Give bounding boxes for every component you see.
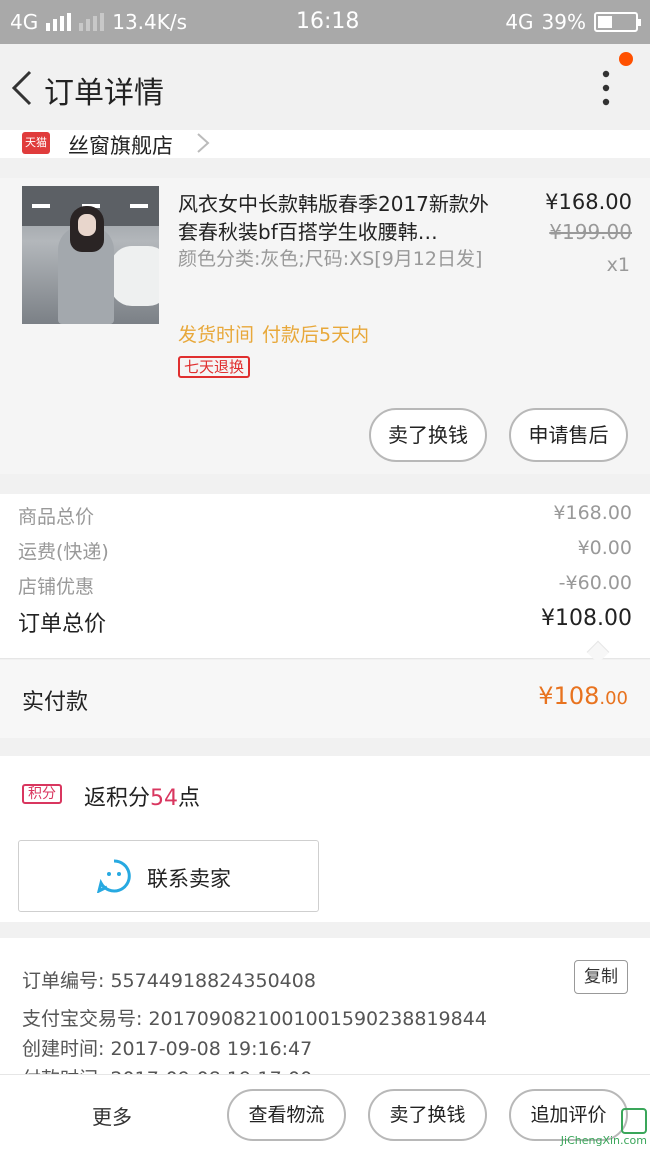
order-info: 订单编号: 55744918824350408 复制 支付宝交易号: 20170… bbox=[0, 938, 650, 1074]
amount-decimal: .00 bbox=[599, 688, 628, 709]
summary-row: 运费(快递) ¥0.00 bbox=[18, 537, 632, 564]
summary-value: -¥60.00 bbox=[558, 572, 632, 594]
points-value: 54 bbox=[150, 786, 179, 811]
view-logistics-button[interactable]: 查看物流 bbox=[227, 1089, 346, 1141]
product-price: ¥168.00 bbox=[545, 190, 632, 214]
summary-label: 店铺优惠 bbox=[18, 576, 95, 598]
battery-icon bbox=[594, 12, 641, 32]
points-section: 积分 返积分54点 联系卖家 bbox=[0, 756, 650, 922]
tmall-logo: 天猫 bbox=[22, 132, 50, 154]
paid-time: 付款时间: 2017-09-08 19:17:00 bbox=[22, 1064, 312, 1074]
order-number: 订单编号: 55744918824350408 bbox=[22, 970, 316, 992]
battery-percent: 39% bbox=[541, 10, 586, 34]
network-speed: 13.4K/s bbox=[112, 10, 188, 34]
watermark: JiChengXin.com bbox=[535, 1108, 647, 1152]
copy-button[interactable]: 复制 bbox=[574, 960, 628, 994]
created-time: 创建时间: 2017-09-08 19:16:47 bbox=[22, 1038, 313, 1060]
more-vertical-icon[interactable] bbox=[596, 68, 616, 108]
clock: 16:18 bbox=[296, 9, 360, 34]
contact-seller-button[interactable]: 联系卖家 bbox=[18, 840, 319, 912]
contact-seller-label: 联系卖家 bbox=[147, 867, 231, 891]
actual-paid-label: 实付款 bbox=[22, 690, 89, 715]
amount-main: ¥108 bbox=[538, 682, 600, 710]
alipay-number: 支付宝交易号: 2017090821001001590238819844 bbox=[22, 1008, 487, 1030]
shipping-label: 发货时间 bbox=[178, 324, 255, 346]
product-item[interactable]: 风衣女中长款韩版春季2017新款外套春秋装bf百搭学生收腰韩… 颜色分类:灰色;… bbox=[0, 178, 650, 474]
points-badge: 积分 bbox=[22, 784, 62, 804]
watermark-logo-icon bbox=[621, 1108, 647, 1134]
store-name[interactable]: 丝窗旗舰店 bbox=[68, 130, 173, 160]
actual-paid: 实付款 ¥108.00 bbox=[0, 660, 650, 738]
product-original-price: ¥199.00 bbox=[549, 220, 632, 244]
nav-bar: 订单详情 bbox=[0, 44, 650, 130]
points-prefix: 返积分 bbox=[84, 786, 151, 811]
summary-value: ¥0.00 bbox=[577, 537, 632, 559]
resell-button[interactable]: 卖了换钱 bbox=[369, 408, 487, 462]
actual-paid-amount: ¥108.00 bbox=[538, 682, 628, 710]
watermark-text: JiChengXin.com bbox=[560, 1134, 647, 1147]
product-quantity: x1 bbox=[606, 254, 630, 276]
summary-value: ¥168.00 bbox=[553, 502, 632, 524]
shipping-value: 付款后5天内 bbox=[262, 324, 370, 346]
product-spec: 颜色分类:灰色;尺码:XS[9月12日发] bbox=[178, 248, 483, 270]
resell-bottom-button[interactable]: 卖了换钱 bbox=[368, 1089, 487, 1141]
order-total-label: 订单总价 bbox=[18, 612, 107, 637]
order-total-value: ¥108.00 bbox=[541, 606, 632, 631]
order-total-row: 订单总价 ¥108.00 bbox=[18, 606, 632, 638]
product-title[interactable]: 风衣女中长款韩版春季2017新款外套春秋装bf百搭学生收腰韩… bbox=[178, 190, 496, 246]
after-sale-button[interactable]: 申请售后 bbox=[509, 408, 628, 462]
summary-row: 商品总价 ¥168.00 bbox=[18, 502, 632, 529]
status-bar: 4G 13.4K/s 16:18 4G 39% bbox=[0, 0, 650, 44]
summary-row: 店铺优惠 -¥60.00 bbox=[18, 572, 632, 599]
page-title: 订单详情 bbox=[44, 76, 164, 111]
chat-face-icon bbox=[97, 859, 131, 893]
network-label: 4G bbox=[10, 10, 39, 34]
more-button[interactable]: 更多 bbox=[92, 1101, 132, 1130]
summary-label: 运费(快递) bbox=[18, 541, 109, 563]
signal-icon bbox=[46, 13, 72, 31]
back-arrow-icon[interactable] bbox=[10, 68, 34, 108]
price-summary: 商品总价 ¥168.00 运费(快递) ¥0.00 店铺优惠 -¥60.00 订… bbox=[0, 494, 650, 664]
points-text: 返积分54点 bbox=[84, 780, 200, 812]
notification-dot bbox=[619, 52, 633, 66]
network-label-right: 4G bbox=[505, 10, 534, 34]
points-suffix: 点 bbox=[178, 786, 201, 811]
chevron-right-icon bbox=[197, 133, 210, 153]
product-image[interactable] bbox=[22, 186, 159, 324]
shipping-time: 发货时间 付款后5天内 bbox=[178, 320, 377, 347]
signal-secondary-icon bbox=[79, 13, 105, 31]
store-header[interactable]: 天猫 丝窗旗舰店 bbox=[0, 130, 650, 158]
summary-label: 商品总价 bbox=[18, 506, 95, 528]
seven-day-return-badge: 七天退换 bbox=[178, 356, 251, 378]
